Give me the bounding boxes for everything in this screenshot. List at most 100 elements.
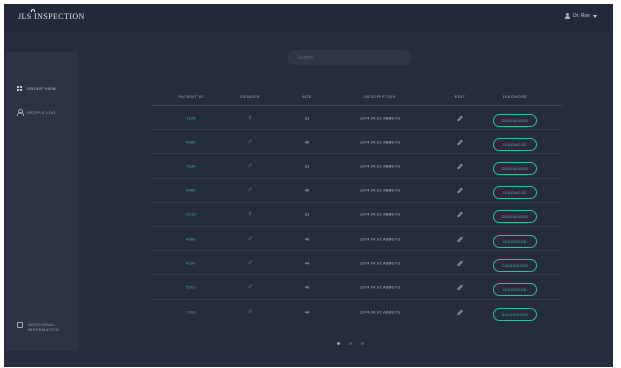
diagnose-button-wrap: DIAGNOSE bbox=[493, 230, 537, 248]
diagnose-button[interactable]: DIAGNOSE bbox=[493, 137, 537, 151]
diagnose-button-wrap: DIAGNOSED bbox=[493, 109, 537, 127]
table-row[interactable]: 4680 ♂ 46 1974.04.02 ABBEYS DIAGNOSE bbox=[152, 130, 562, 155]
description: 1974.04.02 ABBEYS bbox=[359, 115, 401, 121]
diagnose-button-wrap: DIAGNOSE bbox=[493, 181, 537, 200]
pencil-icon bbox=[457, 236, 463, 242]
table-row[interactable]: 1125 ♀ 31 1974.04.02 ABBEYS DIAGNOSED bbox=[152, 106, 562, 131]
diagnose-button[interactable]: DIAGNOSE bbox=[493, 186, 537, 200]
gender-icon: ♂ bbox=[247, 186, 253, 194]
description: 1974.04.02 ABBEYS bbox=[359, 139, 401, 145]
table-row[interactable]: 9460 ♂ 46 1974.04.02 ABBEYS DIAGNOSE bbox=[152, 179, 562, 203]
age: 46 bbox=[304, 187, 310, 193]
pencil-icon bbox=[457, 115, 463, 121]
top-bar: JLS INSPECTION Dr. Roe bbox=[4, 4, 613, 31]
age: 31 bbox=[304, 163, 310, 169]
sidebar-item-additional-information[interactable]: ADDITIONAL INFORMATION bbox=[17, 322, 59, 332]
diagnose-button[interactable]: DIAGNOSE bbox=[493, 282, 537, 296]
edit-button[interactable] bbox=[457, 205, 464, 223]
patient-id[interactable]: 1125 bbox=[186, 115, 195, 120]
sidebar-item-group-view[interactable]: GROUP VIEW bbox=[17, 86, 56, 91]
diagnose-button[interactable]: DIAGNOSED bbox=[493, 113, 537, 127]
gender-icon: ♂ bbox=[247, 259, 253, 267]
pencil-icon bbox=[457, 212, 463, 218]
edit-button[interactable] bbox=[457, 157, 464, 175]
patient-id[interactable]: 2213 bbox=[186, 212, 196, 217]
diagnose-button[interactable]: DIAGNOSED bbox=[493, 161, 537, 175]
diagnose-button-wrap: DIAGNOSED bbox=[493, 254, 537, 272]
pencil-icon bbox=[457, 284, 463, 290]
description: 1974.04.02 ABBEYS bbox=[359, 309, 401, 315]
sidebar-footer-line2: INFORMATION bbox=[28, 327, 60, 332]
diagnose-button[interactable]: DIAGNOSED bbox=[493, 210, 537, 224]
age: 46 bbox=[304, 284, 310, 290]
table-header: PATIENT ID GENDER AGE DESCRIPTION EDIT D… bbox=[152, 90, 562, 106]
diagnose-button[interactable]: DIAGNOSED bbox=[493, 258, 537, 272]
pencil-icon bbox=[457, 260, 463, 266]
edit-button[interactable] bbox=[457, 230, 464, 248]
page-dot-3[interactable] bbox=[361, 342, 364, 345]
page-dot-2[interactable] bbox=[349, 342, 352, 345]
edit-button[interactable] bbox=[457, 109, 464, 127]
description: 1974.04.02 ABBEYS bbox=[359, 236, 401, 242]
user-icon bbox=[565, 13, 571, 19]
patient-id[interactable]: 9460 bbox=[186, 188, 196, 193]
gender-icon: ♂ bbox=[247, 283, 253, 291]
chevron-down-icon bbox=[593, 14, 597, 18]
edit-button[interactable] bbox=[457, 181, 464, 199]
age: 44 bbox=[304, 309, 310, 315]
header-patient-id: PATIENT ID bbox=[178, 94, 204, 99]
diagnose-button-wrap: DIAGNOSED bbox=[493, 303, 537, 321]
gender-icon: ♂ bbox=[247, 235, 253, 243]
header-diagnose: DIAGNOSE bbox=[502, 94, 528, 99]
gender-icon: ♀ bbox=[247, 210, 253, 218]
app-window: JLS INSPECTION Dr. Roe GROUP VIEW PEOPLE… bbox=[4, 4, 613, 367]
age: 44 bbox=[304, 260, 310, 266]
edit-button[interactable] bbox=[457, 133, 464, 151]
edit-button[interactable] bbox=[457, 254, 464, 272]
patient-id[interactable]: 4297 bbox=[186, 260, 196, 265]
user-menu[interactable]: Dr. Roe bbox=[565, 13, 597, 19]
app-logo[interactable]: JLS INSPECTION bbox=[18, 12, 85, 21]
diagnose-button-wrap: DIAGNOSE bbox=[493, 133, 537, 151]
search-input[interactable] bbox=[287, 50, 412, 65]
description: 1974.04.02 ABBEYS bbox=[359, 260, 401, 266]
table-row[interactable]: 1303 ♂ 44 1974.04.02 ABBEYS DIAGNOSED bbox=[152, 300, 562, 324]
patient-id[interactable]: 1303 bbox=[186, 309, 196, 314]
grid-icon bbox=[17, 86, 22, 91]
description: 1974.04.02 ABBEYS bbox=[359, 163, 401, 169]
patients-table: PATIENT ID GENDER AGE DESCRIPTION EDIT D… bbox=[152, 90, 562, 324]
edit-button[interactable] bbox=[457, 303, 464, 321]
table-row[interactable]: 2213 ♀ 31 1974.04.02 ABBEYS DIAGNOSED bbox=[152, 203, 562, 227]
age: 31 bbox=[304, 211, 310, 217]
age: 31 bbox=[304, 115, 310, 121]
diagnose-button-wrap: DIAGNOSED bbox=[493, 157, 537, 175]
sidebar-item-people-log[interactable]: PEOPLE LOG bbox=[17, 109, 56, 116]
patient-id[interactable]: 7534 bbox=[186, 163, 196, 168]
user-name: Dr. Roe bbox=[573, 13, 590, 19]
patient-id[interactable]: 4680 bbox=[186, 139, 196, 144]
edit-button[interactable] bbox=[457, 278, 464, 296]
pencil-icon bbox=[457, 309, 463, 315]
table-row[interactable]: 4297 ♂ 44 1974.04.02 ABBEYS DIAGNOSED bbox=[152, 251, 562, 276]
diagnose-button[interactable]: DIAGNOSE bbox=[493, 234, 537, 248]
sidebar-item-label: PEOPLE LOG bbox=[27, 109, 56, 115]
person-icon bbox=[17, 109, 24, 116]
description: 1974.04.02 ABBEYS bbox=[359, 187, 401, 193]
pencil-icon bbox=[457, 187, 463, 194]
table-row[interactable]: 5503 ♂ 46 1974.04.02 ABBEYS DIAGNOSE bbox=[152, 275, 562, 300]
table-row[interactable]: 7534 ♂ 31 1974.04.02 ABBEYS DIAGNOSED bbox=[152, 154, 562, 179]
diagnose-button-wrap: DIAGNOSED bbox=[493, 205, 537, 224]
gender-icon: ♂ bbox=[247, 162, 253, 170]
diagnose-button[interactable]: DIAGNOSED bbox=[493, 307, 537, 321]
diagnose-button-wrap: DIAGNOSE bbox=[493, 278, 537, 296]
pencil-icon bbox=[457, 163, 463, 170]
patient-id[interactable]: 4680 bbox=[186, 236, 196, 241]
header-gender: GENDER bbox=[240, 94, 260, 99]
sidebar-footer-label: ADDITIONAL INFORMATION bbox=[28, 322, 59, 332]
page-dot-1[interactable] bbox=[337, 342, 340, 345]
age: 46 bbox=[304, 236, 310, 242]
table-row[interactable]: 4680 ♂ 46 1974.04.02 ABBEYS DIAGNOSE bbox=[152, 227, 562, 252]
gender-icon: ♂ bbox=[247, 308, 253, 316]
gender-icon: ♀ bbox=[247, 114, 253, 122]
patient-id[interactable]: 5503 bbox=[186, 284, 196, 289]
